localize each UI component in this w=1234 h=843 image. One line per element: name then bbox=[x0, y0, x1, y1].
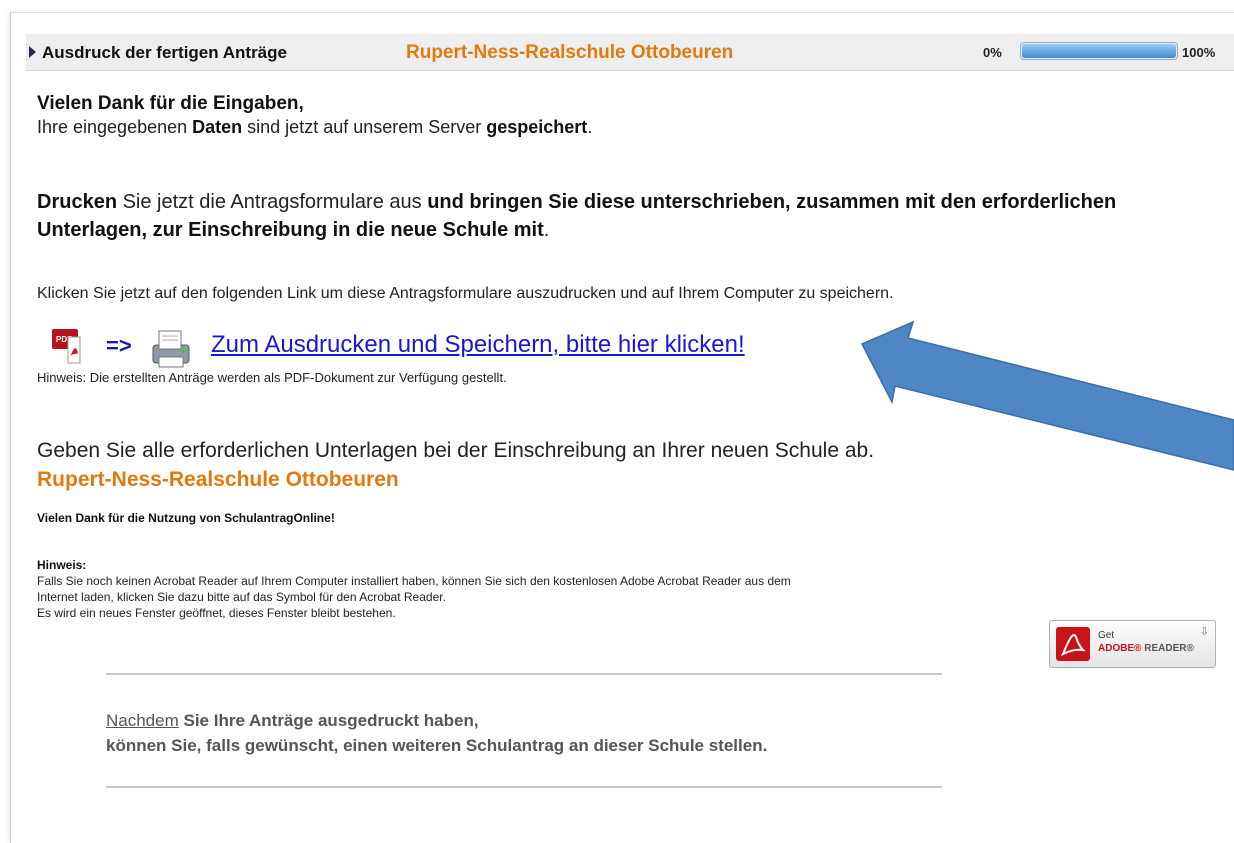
hint-line-2: Internet laden, klicken Sie dazu bitte a… bbox=[37, 590, 446, 604]
after-print-line-1: Nachdem Sie Ihre Anträge ausgedruckt hab… bbox=[106, 711, 479, 730]
hint-heading: Hinweis: bbox=[37, 558, 87, 572]
divider bbox=[106, 673, 942, 675]
adobe-reader-label: ADOBE® READER® bbox=[1098, 643, 1194, 654]
thanks-heading: Vielen Dank für die Eingaben, bbox=[37, 93, 304, 114]
expand-arrow-icon[interactable] bbox=[29, 46, 36, 58]
hint-line-1: Falls Sie noch keinen Acrobat Reader auf… bbox=[37, 574, 791, 588]
divider bbox=[106, 786, 942, 788]
progress-min-label: 0% bbox=[983, 45, 1002, 60]
pdf-icon[interactable]: PDF bbox=[50, 327, 96, 365]
arrow-symbol: => bbox=[106, 333, 132, 358]
printer-icon[interactable] bbox=[145, 327, 197, 371]
after-print-line-2: können Sie, falls gewünscht, einen weite… bbox=[106, 736, 768, 755]
nachdem-link[interactable]: Nachdem bbox=[106, 711, 179, 730]
click-instruction: Klicken Sie jetzt auf den folgenden Link… bbox=[37, 285, 894, 302]
header-school-name: Rupert-Ness-Realschule Ottobeuren bbox=[406, 42, 734, 63]
print-instruction: Drucken Sie jetzt die Antragsformulare a… bbox=[37, 191, 1117, 241]
school-name: Rupert-Ness-Realschule Ottobeuren bbox=[37, 468, 399, 491]
section-header: Ausdruck der fertigen Anträge Rupert-Nes… bbox=[26, 34, 1234, 71]
get-adobe-reader-button[interactable]: Get ADOBE® READER® ⇩ bbox=[1049, 620, 1216, 668]
progress-bar bbox=[1020, 42, 1178, 60]
download-print-link[interactable]: Zum Ausdrucken und Speichern, bitte hier… bbox=[211, 331, 745, 359]
submit-documents-text: Geben Sie alle erforderlichen Unterlagen… bbox=[37, 439, 875, 462]
pdf-hint: Hinweis: Die erstellten Anträge werden a… bbox=[37, 370, 507, 385]
progress-max-label: 100% bbox=[1182, 45, 1216, 60]
progress-fill bbox=[1022, 44, 1176, 58]
saved-notice: Ihre eingegebenen Daten sind jetzt auf u… bbox=[37, 117, 593, 137]
adobe-get-label: Get bbox=[1098, 630, 1115, 641]
section-title: Ausdruck der fertigen Anträge bbox=[42, 43, 287, 62]
usage-thanks: Vielen Dank für die Nutzung von Schulant… bbox=[37, 511, 335, 525]
adobe-logo-icon bbox=[1056, 627, 1090, 661]
hint-line-3: Es wird ein neues Fenster geöffnet, dies… bbox=[37, 606, 396, 620]
download-icon: ⇩ bbox=[1199, 626, 1209, 638]
